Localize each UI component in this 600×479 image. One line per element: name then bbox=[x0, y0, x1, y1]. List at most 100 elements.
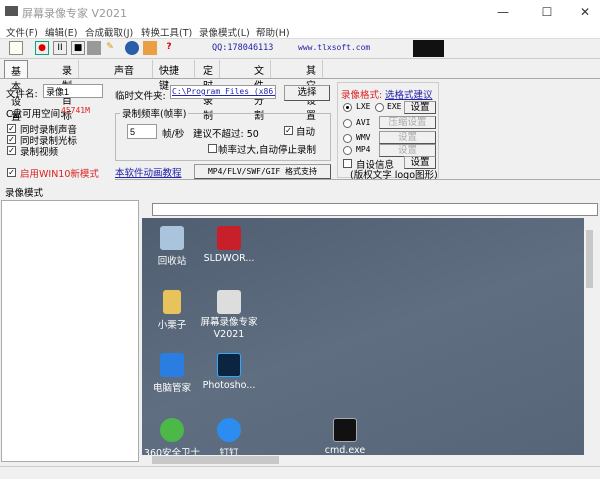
desktop-icon-cmd[interactable]: cmd.exe bbox=[310, 418, 380, 456]
preview-strip bbox=[152, 203, 598, 216]
tab-sound[interactable]: 声音 bbox=[108, 60, 153, 78]
auto-fps-checkbox[interactable]: ✓ bbox=[284, 126, 293, 135]
website-link[interactable]: www.tlxsoft.com bbox=[298, 43, 370, 52]
record-icon[interactable]: ● bbox=[35, 41, 49, 55]
desktop-icon-photoshop[interactable]: Photosho... bbox=[194, 353, 264, 391]
menu-convert[interactable]: 转换工具(T) bbox=[141, 25, 192, 39]
desktop-icon-dingtalk[interactable]: 钉钉 bbox=[194, 418, 264, 459]
horizontal-scrollbar[interactable] bbox=[142, 455, 584, 465]
camera-icon[interactable] bbox=[87, 41, 101, 55]
win10-checkbox[interactable]: ✓ bbox=[7, 168, 16, 177]
fps-suggest: 建议不超过: 50 bbox=[193, 129, 259, 140]
disk-value: 45741M bbox=[61, 106, 90, 115]
filename-input[interactable] bbox=[43, 84, 103, 98]
icon-label: SLDWOR... bbox=[203, 253, 255, 264]
folder-icon bbox=[163, 290, 181, 314]
stop-icon[interactable]: ■ bbox=[71, 41, 85, 55]
win10-label: 启用WIN10新模式 bbox=[20, 169, 99, 180]
file-list-pane[interactable] bbox=[1, 200, 139, 462]
radio-exe[interactable] bbox=[375, 103, 384, 112]
fps-unit: 帧/秒 bbox=[162, 129, 185, 140]
radio-avi[interactable] bbox=[343, 119, 352, 128]
vertical-scrollbar[interactable] bbox=[584, 218, 595, 455]
format-label: 录像格式: bbox=[341, 90, 383, 101]
compress-settings-button[interactable]: 压缩设置 bbox=[379, 116, 436, 129]
maximize-button[interactable]: ☐ bbox=[532, 2, 562, 22]
solidworks-icon bbox=[217, 226, 241, 250]
menu-compose[interactable]: 合成截取(J) bbox=[85, 25, 133, 39]
icon-label: 回收站 bbox=[157, 256, 187, 267]
help-icon[interactable]: ? bbox=[162, 41, 176, 55]
basic-settings-panel: 文件名: C盘可用空间: 45741M ✓同时录制声音 ✓同时录制光标 ✓录制视… bbox=[0, 78, 600, 199]
menu-bar: 文件(F) 编辑(E) 合成截取(J) 转换工具(T) 录像模式(L) 帮助(H… bbox=[0, 24, 600, 39]
format-advice-link[interactable]: 选格式建议 bbox=[385, 87, 433, 101]
pause-icon[interactable]: II bbox=[53, 41, 67, 55]
app-icon bbox=[5, 6, 18, 16]
wmv-label: WMV bbox=[356, 133, 371, 142]
cursor-checkbox[interactable]: ✓ bbox=[7, 135, 16, 144]
tutorial-link[interactable]: 本软件动画教程 bbox=[115, 165, 182, 179]
360-icon bbox=[160, 418, 184, 442]
auto-stop-label: 帧率过大,自动停止录制 bbox=[218, 145, 317, 156]
minimize-button[interactable]: — bbox=[488, 2, 518, 22]
title-bar: 屏幕录像专家 V2021 — ☐ ✕ bbox=[0, 0, 600, 24]
desktop-icon-recorder[interactable]: 屏幕录像专家 V2021 bbox=[194, 290, 264, 341]
radio-mp4[interactable] bbox=[343, 146, 352, 155]
status-bar bbox=[0, 466, 600, 479]
fps-group-label: 录制频率(帧率) bbox=[120, 106, 189, 120]
avi-label: AVI bbox=[356, 118, 371, 127]
divider bbox=[115, 179, 600, 180]
globe-icon[interactable] bbox=[125, 41, 139, 55]
mp4-label: MP4 bbox=[356, 145, 371, 154]
scroll-thumb[interactable] bbox=[586, 230, 593, 288]
tab-other[interactable]: 其它设置 bbox=[300, 60, 323, 122]
toolbar: ● II ■ ✎ ? QQ:178046113 www.tlxsoft.com bbox=[0, 38, 600, 59]
exe-label: EXE bbox=[387, 102, 402, 111]
tab-hotkey[interactable]: 快捷键 bbox=[153, 60, 195, 92]
close-button[interactable]: ✕ bbox=[570, 2, 600, 22]
pc-manager-icon bbox=[160, 353, 184, 377]
video-label: 录制视频 bbox=[20, 147, 59, 158]
menu-edit[interactable]: 编辑(E) bbox=[45, 25, 77, 39]
pen-icon[interactable]: ✎ bbox=[103, 41, 117, 55]
radio-lxe[interactable] bbox=[343, 103, 352, 112]
photoshop-icon bbox=[217, 353, 241, 377]
lxe-settings-button[interactable]: 设置 bbox=[404, 101, 436, 114]
tab-basic[interactable]: 基本设置 bbox=[4, 60, 28, 123]
temp-folder-path[interactable]: C:\Program Files (x86)\ bbox=[170, 85, 276, 99]
disk-label: C盘可用空间: bbox=[6, 109, 64, 120]
menu-record-mode[interactable]: 录像模式(L) bbox=[199, 25, 250, 39]
tab-target[interactable]: 录制目标 bbox=[56, 60, 79, 122]
lxe-label: LXE bbox=[356, 102, 371, 111]
recorder-icon bbox=[217, 290, 241, 314]
new-file-icon[interactable] bbox=[9, 41, 23, 55]
menu-help[interactable]: 帮助(H) bbox=[256, 25, 290, 39]
window-title: 屏幕录像专家 V2021 bbox=[22, 7, 128, 20]
desktop-icon-solidworks[interactable]: SLDWOR... bbox=[194, 226, 264, 264]
cmd-icon bbox=[333, 418, 357, 442]
icon-label: 小栗子 bbox=[157, 320, 187, 331]
auto-stop-checkbox[interactable] bbox=[208, 144, 217, 153]
icon-label: 电脑管家 bbox=[152, 383, 191, 394]
radio-wmv[interactable] bbox=[343, 134, 352, 143]
choose-folder-button[interactable]: 选择 bbox=[284, 85, 330, 101]
recycle-bin-icon bbox=[160, 226, 184, 250]
record-mode-tab[interactable]: 录像模式 bbox=[5, 185, 43, 199]
fps-input[interactable] bbox=[127, 124, 157, 139]
preview-box bbox=[413, 40, 444, 57]
tab-timer[interactable]: 定时录制 bbox=[197, 60, 220, 122]
desktop-preview: 回收站 SLDWOR... 小栗子 屏幕录像专家 V2021 电脑管家 Phot… bbox=[142, 218, 584, 459]
dingtalk-icon bbox=[217, 418, 241, 442]
scroll-thumb[interactable] bbox=[152, 456, 279, 464]
auto-fps-label: 自动 bbox=[296, 127, 316, 138]
video-checkbox[interactable]: ✓ bbox=[7, 146, 16, 155]
temp-folder-label: 临时文件夹: bbox=[115, 91, 166, 102]
menu-file[interactable]: 文件(F) bbox=[6, 25, 38, 39]
wmv-settings-button[interactable]: 设置 bbox=[379, 131, 436, 144]
format-support-button[interactable]: MP4/FLV/SWF/GIF 格式支持 bbox=[194, 164, 331, 179]
tab-split[interactable]: 文件分割 bbox=[248, 60, 271, 122]
icon-label: 屏幕录像专家 V2021 bbox=[200, 317, 258, 340]
sound-checkbox[interactable]: ✓ bbox=[7, 124, 16, 133]
gift-icon[interactable] bbox=[143, 41, 157, 55]
icon-label: Photosho... bbox=[202, 380, 256, 391]
